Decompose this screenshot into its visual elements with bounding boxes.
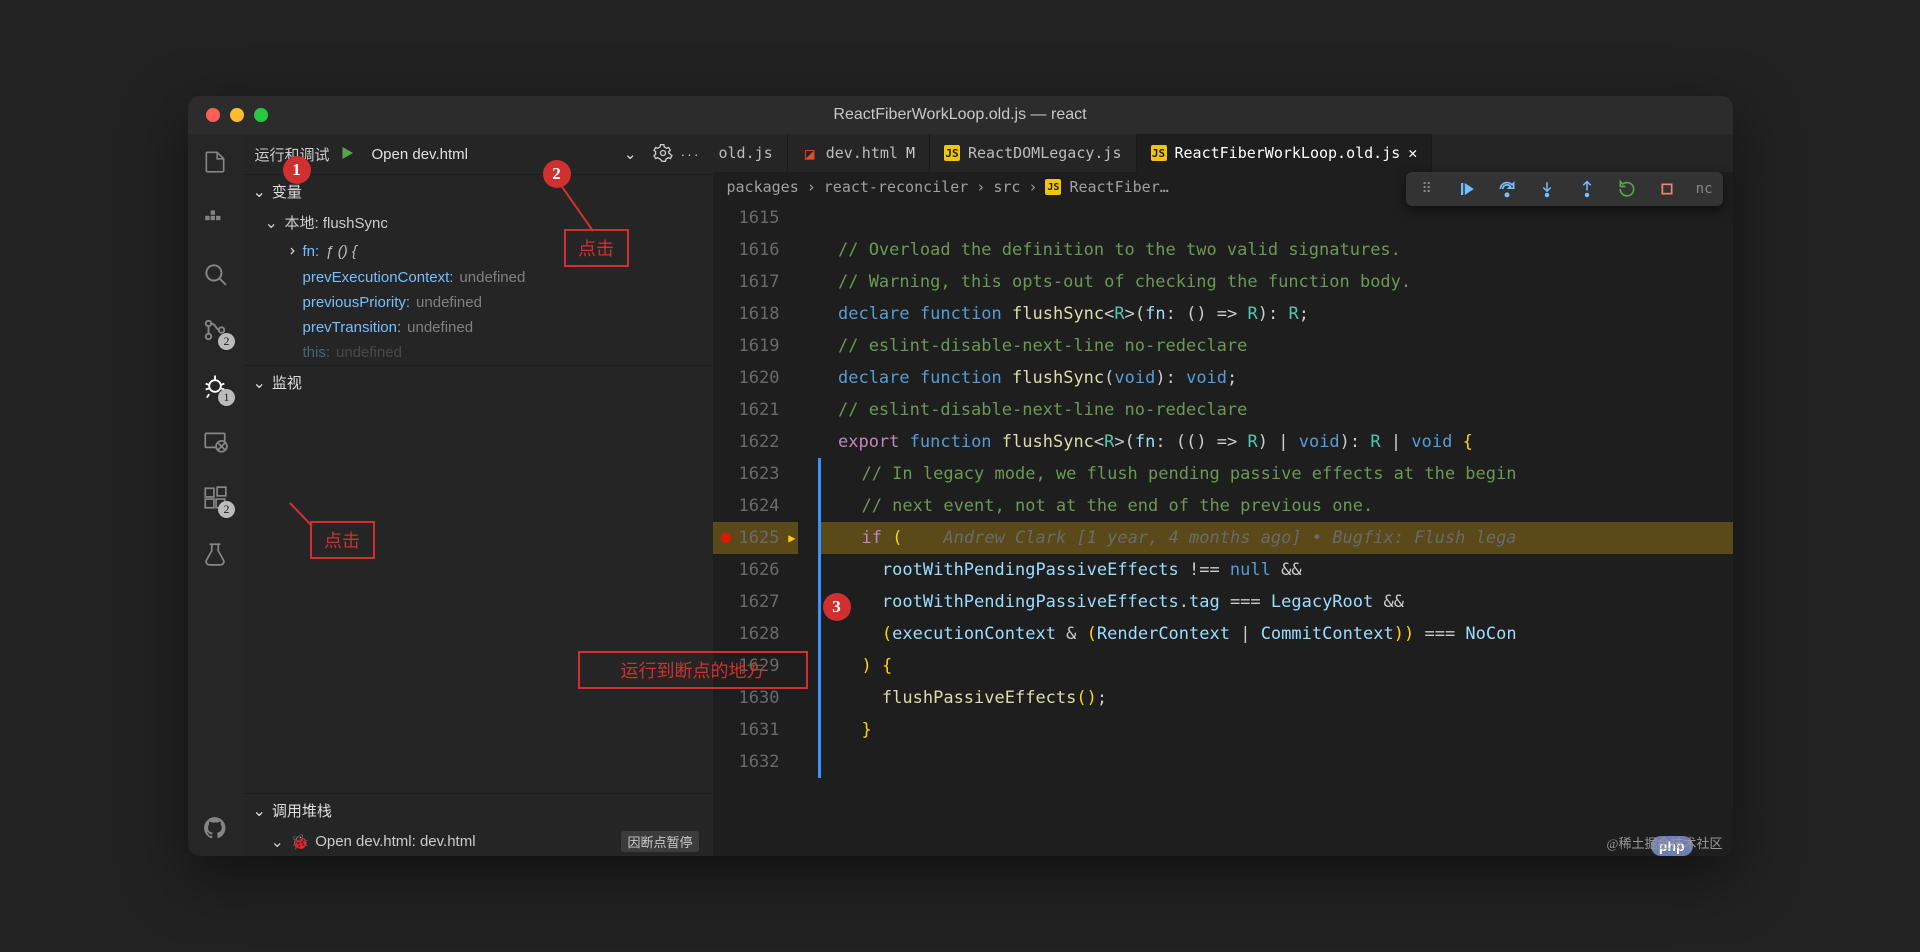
stop-button[interactable]	[1656, 178, 1678, 200]
step-into-button[interactable]	[1536, 178, 1558, 200]
step-out-button[interactable]	[1576, 178, 1598, 200]
close-window-button[interactable]	[206, 108, 220, 122]
close-icon[interactable]: ✕	[1408, 144, 1417, 162]
minimize-window-button[interactable]	[230, 108, 244, 122]
watch-header[interactable]: 监视	[243, 366, 713, 399]
scope-item[interactable]: 本地: flushSync	[265, 208, 713, 237]
chevron-down-icon	[253, 373, 266, 393]
debug-badge: 1	[218, 389, 235, 406]
variable-item[interactable]: this: undefined	[283, 340, 713, 365]
variable-item[interactable]: prevTransition: undefined	[283, 315, 713, 340]
debug-sidebar: 运行和调试 Open dev.html ⌄ ··· 变量	[243, 134, 713, 856]
ext-badge: 2	[218, 501, 235, 518]
annotation-breakpoint: 运行到断点的地方	[578, 651, 808, 689]
annotation-1: 1	[283, 156, 311, 184]
bug-icon: 🐞	[291, 833, 310, 851]
activity-bar: 2 1 2	[188, 134, 243, 856]
editor-area: old.js ◪ dev.html M JS ReactDOMLegacy.js…	[713, 134, 1733, 856]
code-text[interactable]: // Overload the definition to the two va…	[818, 202, 1733, 856]
callstack-status: 因断点暂停	[621, 831, 698, 852]
traffic-lights	[188, 108, 268, 122]
sidebar-header: 运行和调试 Open dev.html ⌄ ···	[243, 134, 713, 174]
variables-header[interactable]: 变量	[243, 175, 713, 208]
tab-reactdomlegacy[interactable]: JS ReactDOMLegacy.js	[930, 134, 1137, 172]
annotation-click-1: 点击	[310, 521, 375, 559]
step-over-button[interactable]	[1496, 178, 1518, 200]
variables-list: 本地: flushSync fn: ƒ () {prevExecutionCon…	[243, 208, 713, 365]
drag-handle-icon[interactable]: ⠿	[1416, 178, 1438, 200]
tab-reactfiberworkloop[interactable]: JS ReactFiberWorkLoop.old.js ✕	[1137, 134, 1433, 172]
chevron-down-icon	[271, 832, 285, 852]
restart-button[interactable]	[1616, 178, 1638, 200]
js-file-icon: JS	[944, 145, 960, 161]
variable-item[interactable]: prevExecutionContext: undefined	[283, 265, 713, 290]
chevron-right-icon	[283, 241, 297, 261]
js-file-icon: JS	[1045, 179, 1061, 195]
tab-bar: old.js ◪ dev.html M JS ReactDOMLegacy.js…	[713, 134, 1733, 172]
chevron-down-icon	[265, 213, 279, 233]
remote-icon[interactable]	[201, 428, 229, 456]
js-file-icon: JS	[1151, 145, 1167, 161]
more-icon[interactable]: ···	[681, 146, 701, 162]
extensions-icon[interactable]: 2	[201, 484, 229, 512]
continue-button[interactable]	[1456, 178, 1478, 200]
debug-toolbar[interactable]: ⠿ nc	[1406, 172, 1723, 206]
scm-badge: 2	[218, 333, 235, 350]
chevron-down-icon	[253, 801, 266, 821]
callstack-section: 调用堆栈 🐞 Open dev.html: dev.html 因断点暂停	[243, 793, 713, 856]
titlebar: ReactFiberWorkLoop.old.js — react	[188, 96, 1733, 134]
explorer-icon[interactable]	[201, 148, 229, 176]
zoom-window-button[interactable]	[254, 108, 268, 122]
chevron-down-icon	[253, 182, 266, 202]
docker-icon[interactable]	[201, 204, 229, 232]
window-title: ReactFiberWorkLoop.old.js — react	[833, 106, 1086, 124]
watermark: @稀土掘金技术社区	[1607, 833, 1723, 852]
launch-config-label: Open dev.html	[372, 146, 468, 163]
run-debug-icon[interactable]: 1	[201, 372, 229, 400]
annotation-click-2: 点击	[564, 229, 629, 267]
callstack-item[interactable]: 🐞 Open dev.html: dev.html 因断点暂停	[243, 827, 713, 856]
vscode-window: ReactFiberWorkLoop.old.js — react 2 1	[188, 96, 1733, 856]
github-icon[interactable]	[201, 814, 229, 842]
code-editor[interactable]: 1615161616171618161916201621162216231624…	[713, 202, 1733, 856]
search-icon[interactable]	[201, 260, 229, 288]
gear-icon[interactable]	[653, 143, 673, 166]
tab-dev-html[interactable]: ◪ dev.html M	[788, 134, 930, 172]
variable-item[interactable]: previousPriority: undefined	[283, 290, 713, 315]
launch-config-select[interactable]: Open dev.html ⌄	[364, 145, 645, 163]
start-debug-button[interactable]	[338, 144, 356, 165]
annotation-3: 3	[823, 593, 851, 621]
variable-item[interactable]: fn: ƒ () {	[283, 237, 713, 265]
variables-section: 变量 本地: flushSync fn: ƒ () {prevExecution…	[243, 174, 713, 365]
line-gutter[interactable]: 1615161616171618161916201621162216231624…	[713, 202, 818, 856]
source-control-icon[interactable]: 2	[201, 316, 229, 344]
html-file-icon: ◪	[802, 145, 818, 161]
chevron-down-icon: ⌄	[624, 145, 637, 163]
main-body: 2 1 2 运行和调试	[188, 134, 1733, 856]
testing-icon[interactable]	[201, 540, 229, 568]
annotation-2: 2	[543, 160, 571, 188]
callstack-header[interactable]: 调用堆栈	[243, 794, 713, 827]
tab-old-js[interactable]: old.js	[713, 134, 788, 172]
